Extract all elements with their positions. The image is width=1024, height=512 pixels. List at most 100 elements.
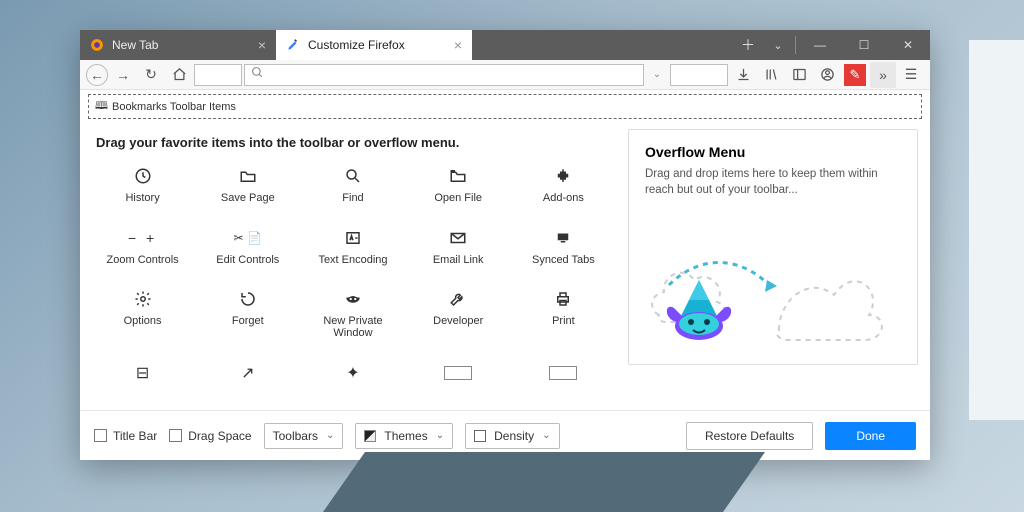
zoom-icon: − + (128, 226, 157, 250)
app-menu-button[interactable]: ☰ (898, 62, 924, 88)
titlebar-checkbox[interactable]: Title Bar (94, 429, 157, 443)
palette-item-forget[interactable]: Forget (197, 283, 298, 351)
item-label: Zoom Controls (107, 254, 179, 266)
palette-item-private[interactable]: New Private Window (302, 283, 403, 351)
bookmark-icon: 🕮 (95, 97, 108, 116)
item-label: Open File (434, 192, 482, 204)
nav-toolbar: ← → ↻ ⌄ ✎ » ☰ (80, 60, 930, 90)
item-label: Developer (433, 315, 483, 327)
chevron-down-icon: ⌄ (326, 430, 334, 441)
mask-icon (344, 287, 362, 311)
checkbox-icon (169, 429, 182, 442)
wrench-icon (449, 287, 467, 311)
tab-label: New Tab (112, 38, 158, 52)
checkbox-label: Title Bar (113, 429, 157, 443)
palette-item-extra-2[interactable]: ↗ (197, 357, 298, 401)
palette-item-developer[interactable]: Developer (408, 283, 509, 351)
item-label: Add-ons (543, 192, 584, 204)
library-button[interactable] (758, 62, 784, 88)
chevron-down-icon: ⌄ (542, 430, 550, 441)
button-label: Done (856, 429, 885, 443)
customize-palette[interactable]: History Save Page Find Open File (92, 160, 618, 400)
palette-item-extra-1[interactable]: ⊟ (92, 357, 193, 401)
dragspace-checkbox[interactable]: Drag Space (169, 429, 251, 443)
flex-space[interactable] (194, 64, 242, 86)
palette-item-encoding[interactable]: Text Encoding (302, 222, 403, 278)
generic-icon: ↗ (241, 361, 254, 385)
new-tab-button[interactable]: ＋ (733, 30, 763, 60)
back-button[interactable]: ← (86, 64, 108, 86)
forward-button[interactable]: → (110, 62, 136, 88)
generic-icon: ⊟ (136, 361, 149, 385)
window-minimize[interactable]: — (798, 30, 842, 60)
overflow-illustration (629, 230, 889, 360)
chevron-down-icon: ⌄ (436, 430, 444, 441)
close-icon[interactable]: × (454, 37, 462, 53)
palette-item-history[interactable]: History (92, 160, 193, 216)
history-icon (134, 164, 152, 188)
palette-item-save-page[interactable]: Save Page (197, 160, 298, 216)
open-file-icon (449, 164, 467, 188)
overflow-desc: Drag and drop items here to keep them wi… (645, 166, 901, 198)
overflow-button[interactable]: » (870, 62, 896, 88)
item-label: Edit Controls (216, 254, 279, 266)
theme-swatch-icon (364, 430, 376, 442)
flex-space[interactable] (670, 64, 728, 86)
tabs-dropdown-button[interactable]: ⌄ (763, 30, 793, 60)
themes-dropdown[interactable]: Themes ⌄ (355, 423, 453, 449)
dropdown-label: Density (494, 429, 534, 443)
sidebar-button[interactable] (786, 62, 812, 88)
tab-new-tab[interactable]: New Tab × (80, 30, 276, 60)
palette-item-find[interactable]: Find (302, 160, 403, 216)
done-button[interactable]: Done (825, 422, 916, 450)
palette-item-open-file[interactable]: Open File (408, 160, 509, 216)
firefox-window: New Tab × Customize Firefox × ＋ ⌄ — ☐ ✕ … (80, 30, 930, 460)
bookmarks-toolbar-label: Bookmarks Toolbar Items (112, 101, 236, 113)
palette-item-extra-5[interactable] (513, 357, 614, 401)
density-icon (474, 430, 486, 442)
restore-defaults-button[interactable]: Restore Defaults (686, 422, 813, 450)
item-label: Forget (232, 315, 264, 327)
close-icon[interactable]: × (258, 37, 266, 53)
extension-button[interactable]: ✎ (842, 62, 868, 88)
toolbars-dropdown[interactable]: Toolbars ⌄ (264, 423, 344, 449)
reload-button[interactable]: ↻ (138, 62, 164, 88)
home-button[interactable] (166, 62, 192, 88)
window-maximize[interactable]: ☐ (842, 30, 886, 60)
checkbox-icon (94, 429, 107, 442)
palette-item-email[interactable]: Email Link (408, 222, 509, 278)
generic-icon (444, 361, 472, 385)
density-dropdown[interactable]: Density ⌄ (465, 423, 559, 449)
item-label: History (125, 192, 159, 204)
button-label: Restore Defaults (705, 429, 794, 443)
forget-icon (239, 287, 257, 311)
item-label: Email Link (433, 254, 484, 266)
paintbrush-icon (286, 38, 300, 52)
generic-icon (549, 361, 577, 385)
customize-footer: Title Bar Drag Space Toolbars ⌄ Themes ⌄… (80, 410, 930, 460)
palette-item-synced[interactable]: Synced Tabs (513, 222, 614, 278)
bookmarks-toolbar-dropzone[interactable]: 🕮 Bookmarks Toolbar Items (88, 94, 922, 119)
palette-item-zoom[interactable]: − + Zoom Controls (92, 222, 193, 278)
synced-tabs-icon (554, 226, 572, 250)
palette-item-options[interactable]: Options (92, 283, 193, 351)
address-search-field[interactable] (244, 64, 644, 86)
downloads-button[interactable] (730, 62, 756, 88)
dropdown-label: Themes (384, 429, 427, 443)
window-close[interactable]: ✕ (886, 30, 930, 60)
search-engine-chevron[interactable]: ⌄ (646, 69, 668, 80)
account-button[interactable] (814, 62, 840, 88)
checkbox-label: Drag Space (188, 429, 251, 443)
item-label: New Private Window (304, 315, 401, 339)
palette-item-extra-3[interactable]: ✦ (302, 357, 403, 401)
palette-item-print[interactable]: Print (513, 283, 614, 351)
tab-label: Customize Firefox (308, 38, 405, 52)
palette-item-extra-4[interactable] (408, 357, 509, 401)
tab-customize[interactable]: Customize Firefox × (276, 30, 472, 60)
palette-item-edit[interactable]: ✂ 📄 Edit Controls (197, 222, 298, 278)
separator (795, 36, 796, 54)
overflow-panel[interactable]: Overflow Menu Drag and drop items here t… (628, 129, 918, 365)
search-icon (251, 66, 264, 84)
puzzle-icon (554, 164, 572, 188)
palette-item-addons[interactable]: Add-ons (513, 160, 614, 216)
